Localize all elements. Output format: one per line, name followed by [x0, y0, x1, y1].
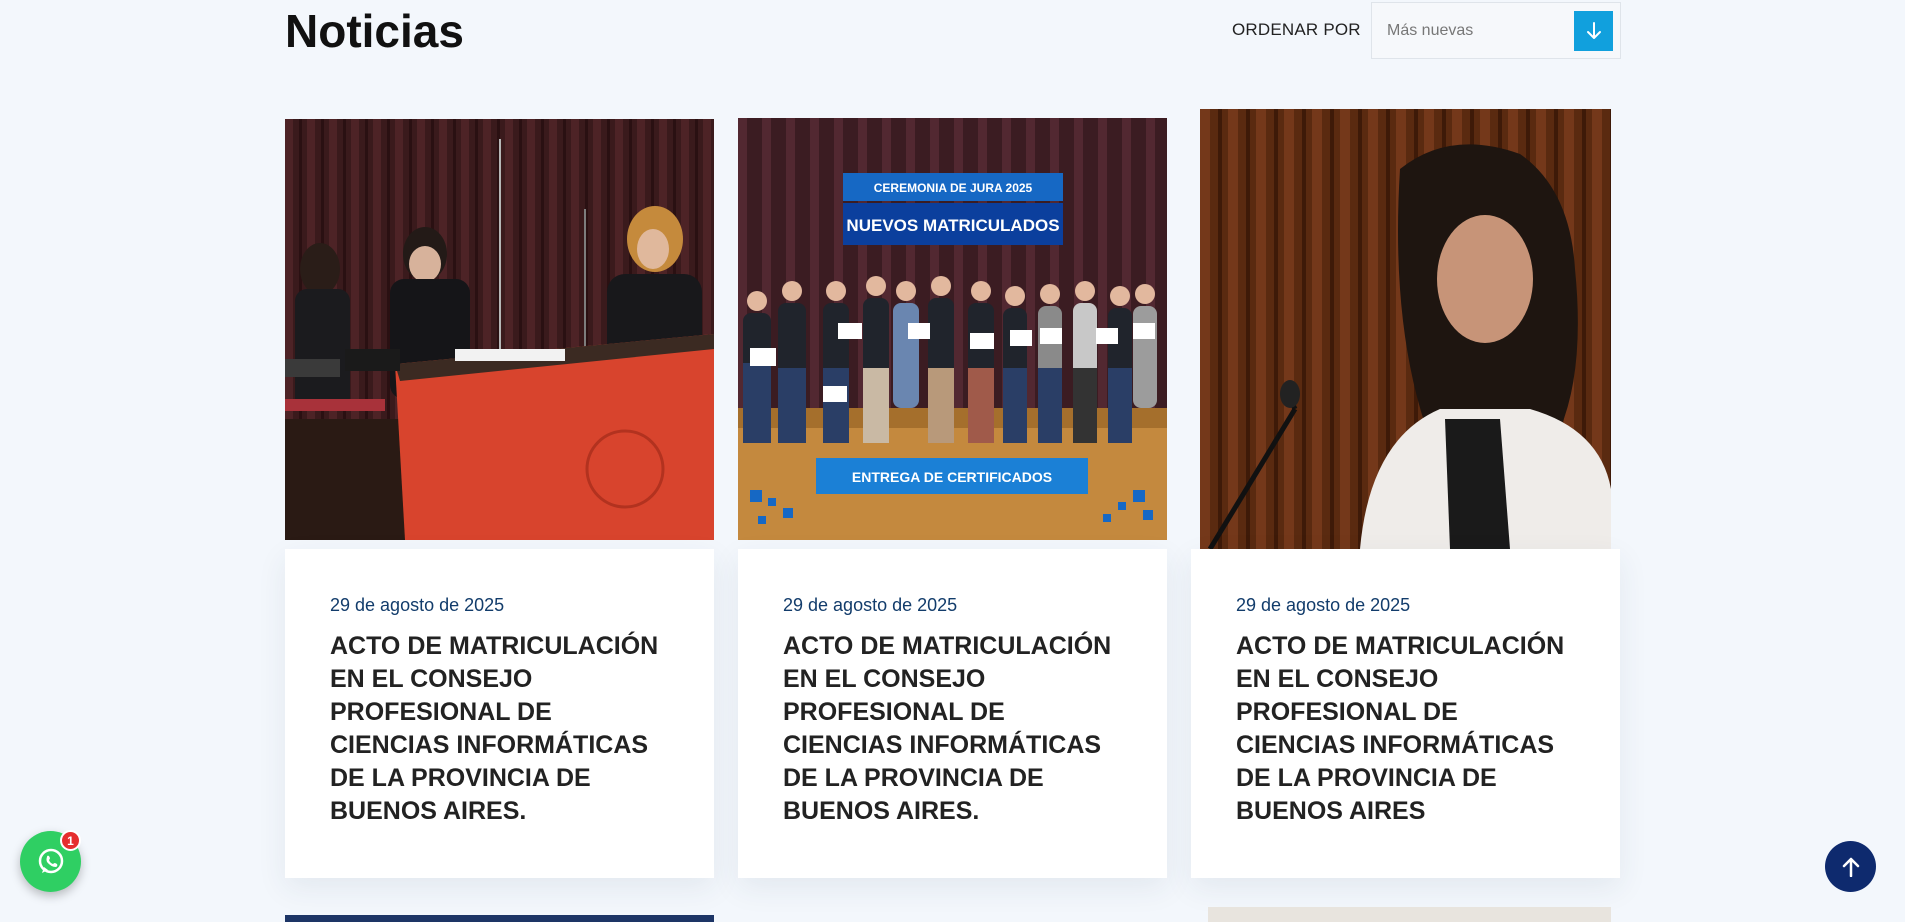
news-title[interactable]: ACTO DE MATRICULACIÓN EN EL CONSEJO PROF… [783, 630, 1123, 828]
arrow-up-icon [1842, 857, 1859, 877]
next-card-image-edge [285, 915, 714, 922]
sort-label: ORDENAR POR [1232, 20, 1361, 39]
page-title: Noticias [285, 5, 464, 57]
news-image-3[interactable] [1200, 109, 1611, 549]
news-title[interactable]: ACTO DE MATRICULACIÓN EN EL CONSEJO PROF… [330, 630, 670, 828]
sort-select-value: Más nuevas [1387, 21, 1474, 39]
banner-bottom-text: ENTREGA DE CERTIFICADOS [852, 469, 1052, 485]
news-title[interactable]: ACTO DE MATRICULACIÓN EN EL CONSEJO PROF… [1236, 630, 1576, 828]
news-card[interactable]: 29 de agosto de 2025 ACTO DE MATRICULACI… [1191, 549, 1620, 878]
arrow-down-icon [1586, 22, 1601, 39]
scroll-top-button[interactable] [1825, 841, 1876, 892]
sort-dropdown-button[interactable] [1574, 11, 1613, 51]
next-card-image-edge [1208, 907, 1611, 922]
news-card[interactable]: 29 de agosto de 2025 ACTO DE MATRICULACI… [738, 549, 1167, 878]
banner-main-text: NUEVOS MATRICULADOS [846, 216, 1059, 235]
whatsapp-icon [38, 848, 63, 873]
news-image-1[interactable] [285, 119, 714, 540]
news-page: Noticias ORDENAR POR Más nuevas CEREMONI… [0, 0, 1905, 922]
news-image-2[interactable]: CEREMONIA DE JURA 2025 NUEVOS MATRICULAD… [738, 118, 1167, 540]
news-date: 29 de agosto de 2025 [330, 595, 505, 615]
news-card[interactable]: 29 de agosto de 2025 ACTO DE MATRICULACI… [285, 549, 714, 878]
news-date: 29 de agosto de 2025 [1236, 595, 1411, 615]
notification-badge: 1 [60, 830, 81, 851]
sort-select[interactable]: Más nuevas [1371, 2, 1621, 59]
news-date: 29 de agosto de 2025 [783, 595, 958, 615]
